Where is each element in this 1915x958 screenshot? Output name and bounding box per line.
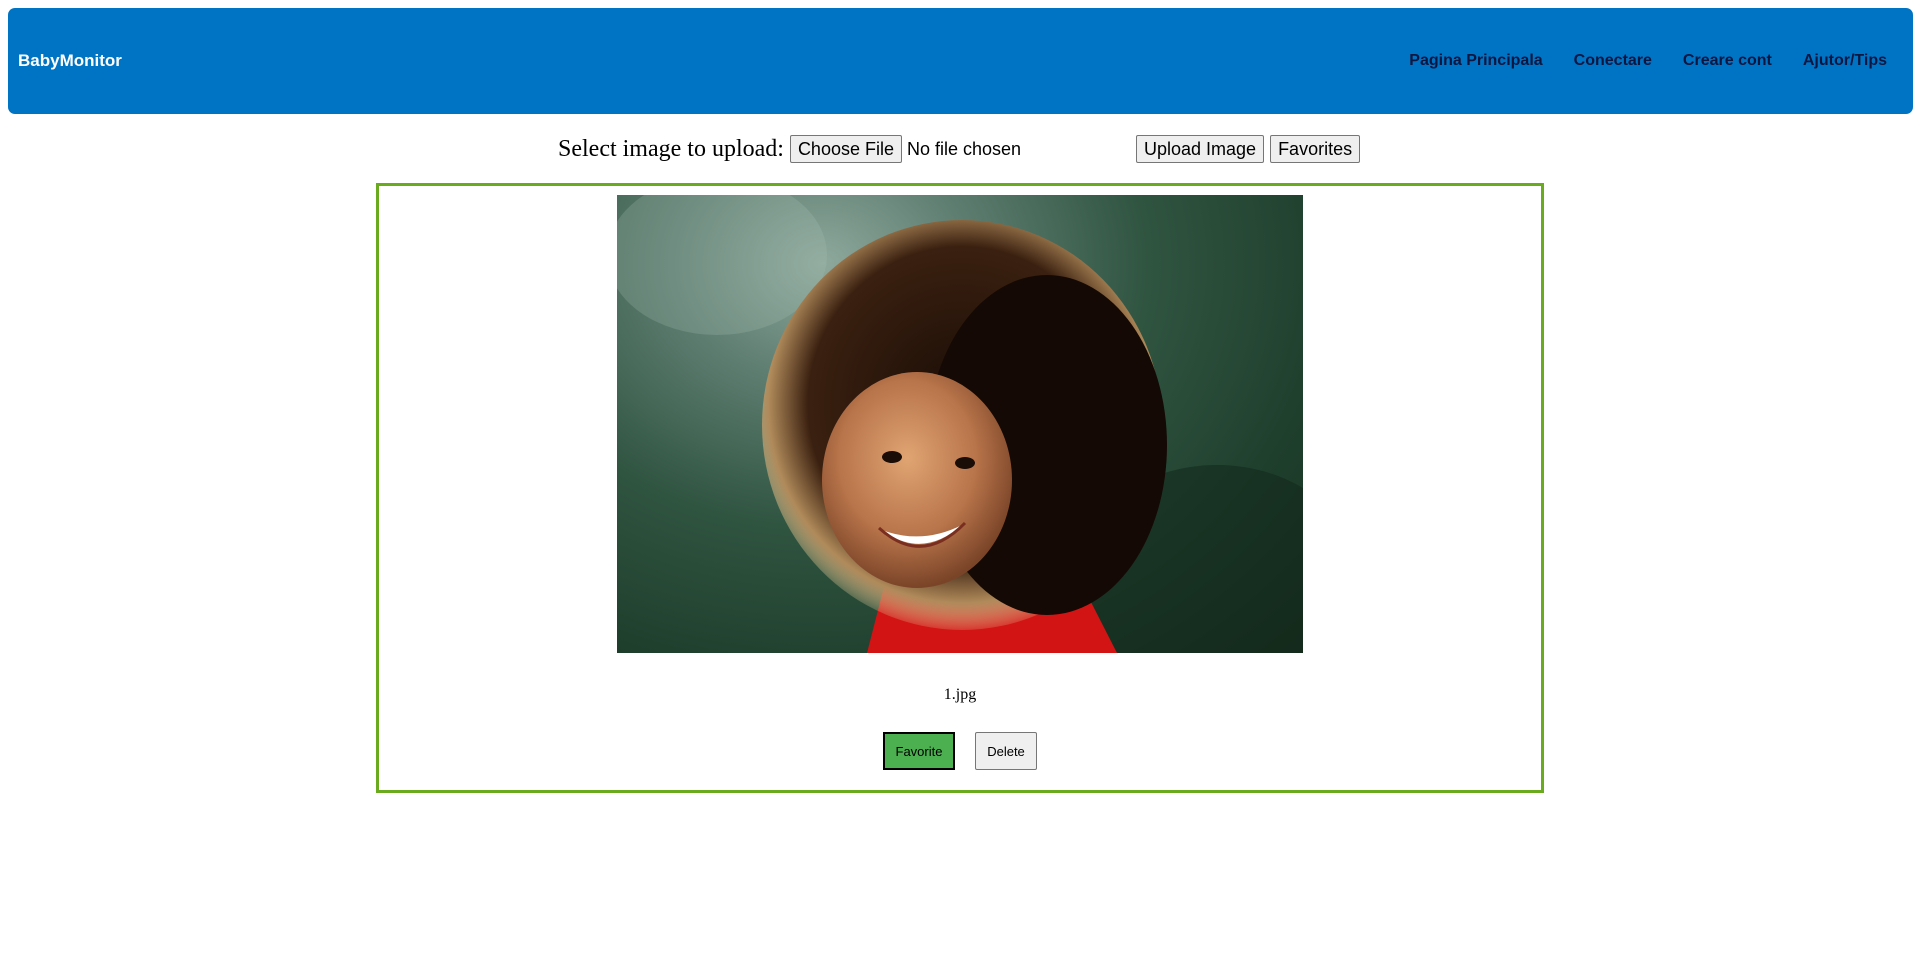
upload-image-button[interactable]: Upload Image	[1135, 135, 1265, 163]
favorite-button[interactable]: Favorite	[883, 732, 955, 770]
nav-link-pagina-principala[interactable]: Pagina Principala	[1409, 52, 1542, 70]
upload-label: Select image to upload:	[558, 135, 784, 162]
photo-illustration	[617, 195, 1303, 653]
file-status-text: No file chosen	[906, 138, 1022, 159]
choose-file-button[interactable]: Choose File	[789, 135, 902, 163]
top-navbar: BabyMonitor Pagina Principala Conectare …	[8, 8, 1913, 114]
uploaded-photo	[617, 195, 1303, 653]
brand-logo[interactable]: BabyMonitor	[18, 8, 122, 114]
nav-link-conectare[interactable]: Conectare	[1574, 52, 1652, 70]
nav-link-ajutor-tips[interactable]: Ajutor/Tips	[1803, 52, 1887, 70]
favorites-button[interactable]: Favorites	[1270, 135, 1361, 163]
upload-form: Select image to upload: Choose File No f…	[558, 134, 1361, 164]
image-filename: 1.jpg	[943, 686, 977, 703]
delete-button[interactable]: Delete	[975, 732, 1037, 770]
nav-link-creare-cont[interactable]: Creare cont	[1683, 52, 1772, 70]
nav-links: Pagina Principala Conectare Creare cont …	[1378, 8, 1887, 114]
